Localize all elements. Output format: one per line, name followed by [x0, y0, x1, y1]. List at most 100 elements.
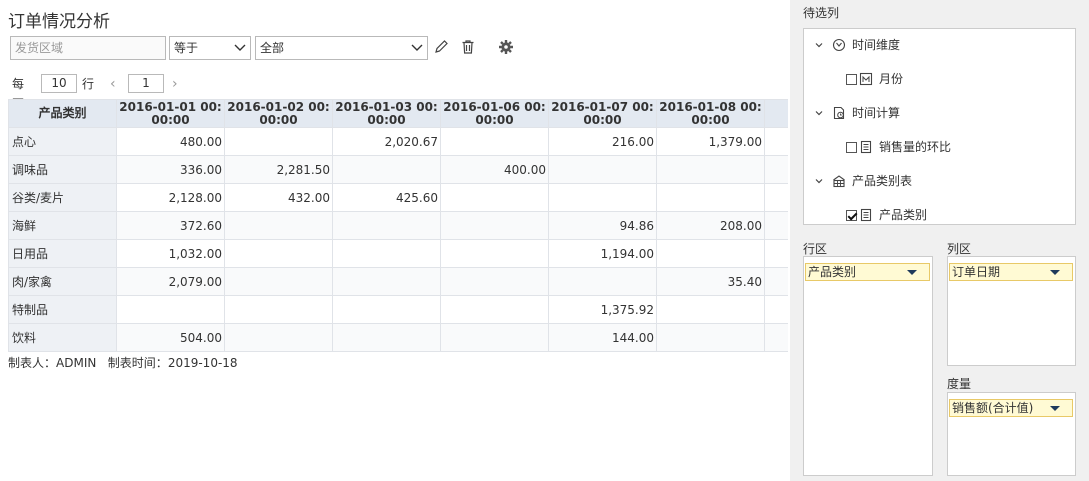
tree-label: 时间计算 [852, 106, 901, 120]
column-field-chip[interactable]: 订单日期 [949, 263, 1073, 281]
filter-field-input[interactable]: 发货区域 [10, 36, 166, 60]
gear-icon [499, 40, 513, 54]
table-row: 特制品 1,375.92 [8, 295, 788, 324]
tree-label: 时间维度 [852, 38, 901, 52]
maker-value: ADMIN [56, 356, 97, 370]
value-cell [764, 155, 788, 184]
table-header-row: 产品类别 2016-01-01 00:00:00 2016-01-02 00:0… [8, 99, 788, 128]
table-row: 谷类/麦片 2,128.00 432.00 425.60 [8, 183, 788, 212]
column-header[interactable]: 201 [764, 99, 788, 128]
report-area: 订单情况分析 发货区域 等于 全部 每页 10 [0, 0, 790, 481]
value-cell [332, 295, 441, 324]
delete-filter-button[interactable] [458, 37, 478, 57]
caret-down-icon[interactable] [1050, 406, 1060, 411]
value-cell [332, 155, 441, 184]
measure-field-chip[interactable]: 销售额(合计值) [949, 399, 1073, 417]
tree-node-category[interactable]: 产品类别 [846, 206, 927, 224]
page-size-input[interactable]: 10 [41, 74, 77, 93]
column-header[interactable]: 2016-01-06 00:00:00 [440, 99, 549, 128]
tree-node-sales-qoq[interactable]: 销售量的环比 [846, 138, 951, 156]
column-header[interactable]: 2016-01-08 00:00:00 [656, 99, 765, 128]
available-fields-tree: 时间维度 月份 时间计算 销售量的环比 产品类别表 产品类别 [803, 28, 1076, 225]
filter-operator-value: 等于 [174, 41, 199, 55]
value-cell [764, 239, 788, 268]
column-header[interactable]: 2016-01-03 00:00:00 [332, 99, 441, 128]
time-calc-icon [833, 106, 845, 120]
checkbox[interactable] [846, 141, 857, 153]
column-header[interactable]: 2016-01-02 00:00:00 [224, 99, 333, 128]
value-cell [440, 127, 549, 156]
value-cell [224, 211, 333, 240]
tree-label: 销售量的环比 [879, 140, 952, 154]
measure-zone[interactable]: 销售额(合计值) [947, 392, 1076, 476]
checkbox[interactable] [846, 73, 857, 85]
value-cell [548, 155, 657, 184]
tree-node-month[interactable]: 月份 [846, 70, 903, 88]
value-cell: 216.00 [548, 127, 657, 156]
value-cell [440, 239, 549, 268]
field-panel: 待选列 时间维度 月份 时间计算 销售量的环比 产品类别表 产品类别 行区 产品… [790, 0, 1089, 481]
value-cell [224, 239, 333, 268]
crosstab-table: 产品类别 2016-01-01 00:00:00 2016-01-02 00:0… [8, 99, 788, 353]
row-dimension-header[interactable]: 产品类别 [8, 99, 117, 128]
edit-filter-button[interactable] [431, 37, 451, 57]
value-cell [656, 323, 765, 352]
report-footer: 制表人：ADMIN 制表时间：2019-10-18 [8, 354, 238, 371]
value-cell: 432.00 [224, 183, 333, 212]
value-cell [764, 183, 788, 212]
table-row: 日用品 1,032.00 1,194.00 [8, 239, 788, 268]
column-header[interactable]: 2016-01-01 00:00:00 [116, 99, 225, 128]
next-page-button[interactable]: › [172, 74, 178, 94]
time-dimension-icon [832, 38, 846, 52]
value-cell [548, 267, 657, 296]
filter-settings-button[interactable] [496, 37, 516, 57]
value-cell [440, 211, 549, 240]
tree-node-time-calc[interactable]: 时间计算 [814, 104, 900, 122]
filter-value-select[interactable]: 全部 [255, 36, 428, 60]
value-cell: 425.60 [332, 183, 441, 212]
page-title: 订单情况分析 [8, 12, 110, 32]
value-cell: 1,032.00 [116, 239, 225, 268]
value-cell [224, 267, 333, 296]
filter-operator-select[interactable]: 等于 [169, 36, 251, 60]
value-cell [332, 267, 441, 296]
category-cell: 肉/家禽 [8, 267, 117, 296]
table-row: 肉/家禽 2,079.00 35.40 [8, 267, 788, 296]
measure-zone-title: 度量 [947, 377, 972, 391]
category-cell: 海鲜 [8, 211, 117, 240]
table-row: 点心 480.00 2,020.67 216.00 1,379.00 [8, 127, 788, 156]
chip-label: 销售额(合计值) [952, 401, 1034, 415]
page-number-input[interactable]: 1 [128, 74, 164, 93]
value-cell [764, 127, 788, 156]
value-cell [764, 267, 788, 296]
value-cell: 2,281.50 [224, 155, 333, 184]
month-icon [859, 72, 873, 86]
category-cell: 谷类/麦片 [8, 183, 117, 212]
tree-node-category-table[interactable]: 产品类别表 [814, 172, 912, 190]
row-field-chip[interactable]: 产品类别 [805, 263, 930, 281]
value-cell: 2,128.00 [116, 183, 225, 212]
value-cell: 1,194.00 [548, 239, 657, 268]
value-cell: 2,079.00 [116, 267, 225, 296]
value-cell [656, 239, 765, 268]
column-zone[interactable]: 订单日期 [947, 256, 1076, 366]
value-cell: 208.00 [656, 211, 765, 240]
filter-value-text: 全部 [260, 41, 285, 55]
tree-node-time-dimension[interactable]: 时间维度 [814, 36, 900, 54]
value-cell [224, 295, 333, 324]
caret-down-icon[interactable] [1050, 270, 1060, 275]
category-cell: 饮料 [8, 323, 117, 352]
column-header[interactable]: 2016-01-07 00:00:00 [548, 99, 657, 128]
pencil-icon [435, 40, 448, 53]
chevron-down-icon [411, 44, 423, 51]
measure-doc-icon [860, 140, 872, 154]
caret-down-icon[interactable] [907, 270, 917, 275]
prev-page-button[interactable]: ‹ [110, 74, 116, 94]
row-zone[interactable]: 产品类别 [803, 256, 933, 476]
chevron-down-icon [815, 43, 823, 48]
category-cell: 点心 [8, 127, 117, 156]
checkbox-checked[interactable] [846, 209, 857, 221]
chevron-down-icon [815, 179, 823, 184]
value-cell: 480.00 [116, 127, 225, 156]
value-cell [764, 295, 788, 324]
